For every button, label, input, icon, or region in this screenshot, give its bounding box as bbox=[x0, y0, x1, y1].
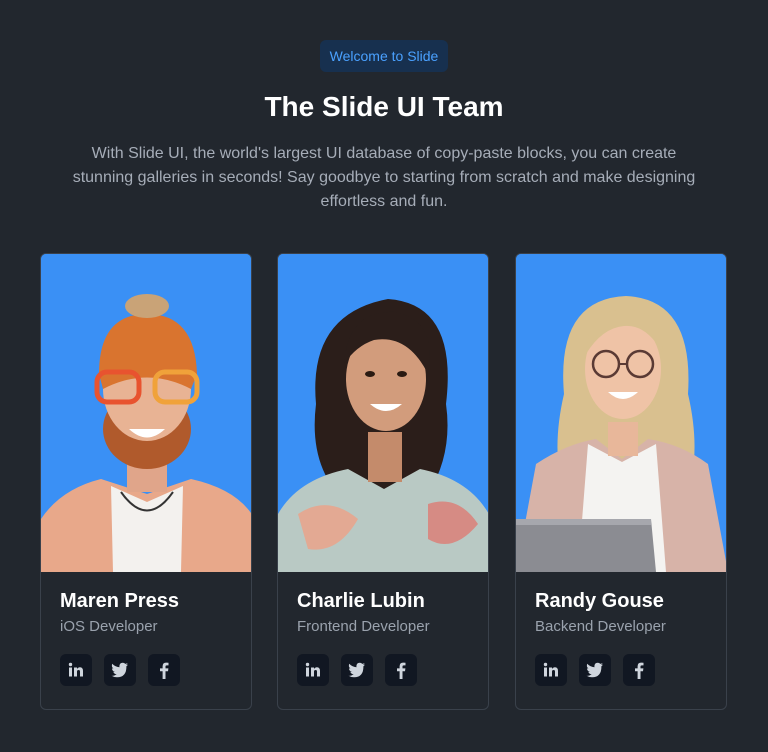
member-info: Charlie Lubin Frontend Developer bbox=[278, 572, 488, 702]
twitter-button[interactable] bbox=[579, 654, 611, 686]
facebook-button[interactable] bbox=[385, 654, 417, 686]
team-cards: Maren Press iOS Developer Charlie Lubin … bbox=[40, 253, 728, 713]
member-photo bbox=[41, 254, 251, 572]
facebook-icon bbox=[634, 662, 644, 679]
social-links bbox=[297, 654, 469, 686]
facebook-icon bbox=[396, 662, 406, 679]
twitter-icon bbox=[586, 662, 604, 678]
member-photo bbox=[516, 254, 726, 572]
linkedin-button[interactable] bbox=[535, 654, 567, 686]
member-info: Maren Press iOS Developer bbox=[41, 572, 251, 702]
member-role: iOS Developer bbox=[60, 618, 158, 635]
twitter-icon bbox=[111, 662, 129, 678]
facebook-icon bbox=[159, 662, 169, 679]
linkedin-icon bbox=[68, 662, 84, 678]
social-links bbox=[535, 654, 707, 686]
linkedin-button[interactable] bbox=[60, 654, 92, 686]
linkedin-button[interactable] bbox=[297, 654, 329, 686]
page-subtitle: With Slide UI, the world's largest UI da… bbox=[72, 145, 696, 210]
facebook-button[interactable] bbox=[623, 654, 655, 686]
welcome-badge: Welcome to Slide bbox=[319, 40, 449, 72]
team-card: Randy Gouse Backend Developer bbox=[515, 253, 727, 710]
page-title: The Slide UI Team bbox=[264, 91, 504, 122]
twitter-button[interactable] bbox=[341, 654, 373, 686]
linkedin-icon bbox=[305, 662, 321, 678]
member-role: Backend Developer bbox=[535, 618, 666, 635]
badge-wrapper: Welcome to Slide bbox=[0, 40, 768, 72]
member-photo bbox=[278, 254, 488, 572]
member-name: Randy Gouse bbox=[535, 590, 664, 612]
social-links bbox=[60, 654, 232, 686]
member-name: Charlie Lubin bbox=[297, 590, 425, 612]
member-name: Maren Press bbox=[60, 590, 179, 612]
facebook-button[interactable] bbox=[148, 654, 180, 686]
member-role: Frontend Developer bbox=[297, 618, 430, 635]
twitter-button[interactable] bbox=[104, 654, 136, 686]
member-info: Randy Gouse Backend Developer bbox=[516, 572, 726, 702]
team-section: Welcome to Slide The Slide UI Team With … bbox=[0, 0, 768, 752]
twitter-icon bbox=[348, 662, 366, 678]
linkedin-icon bbox=[543, 662, 559, 678]
team-card: Charlie Lubin Frontend Developer bbox=[277, 253, 489, 710]
team-card: Maren Press iOS Developer bbox=[40, 253, 252, 710]
